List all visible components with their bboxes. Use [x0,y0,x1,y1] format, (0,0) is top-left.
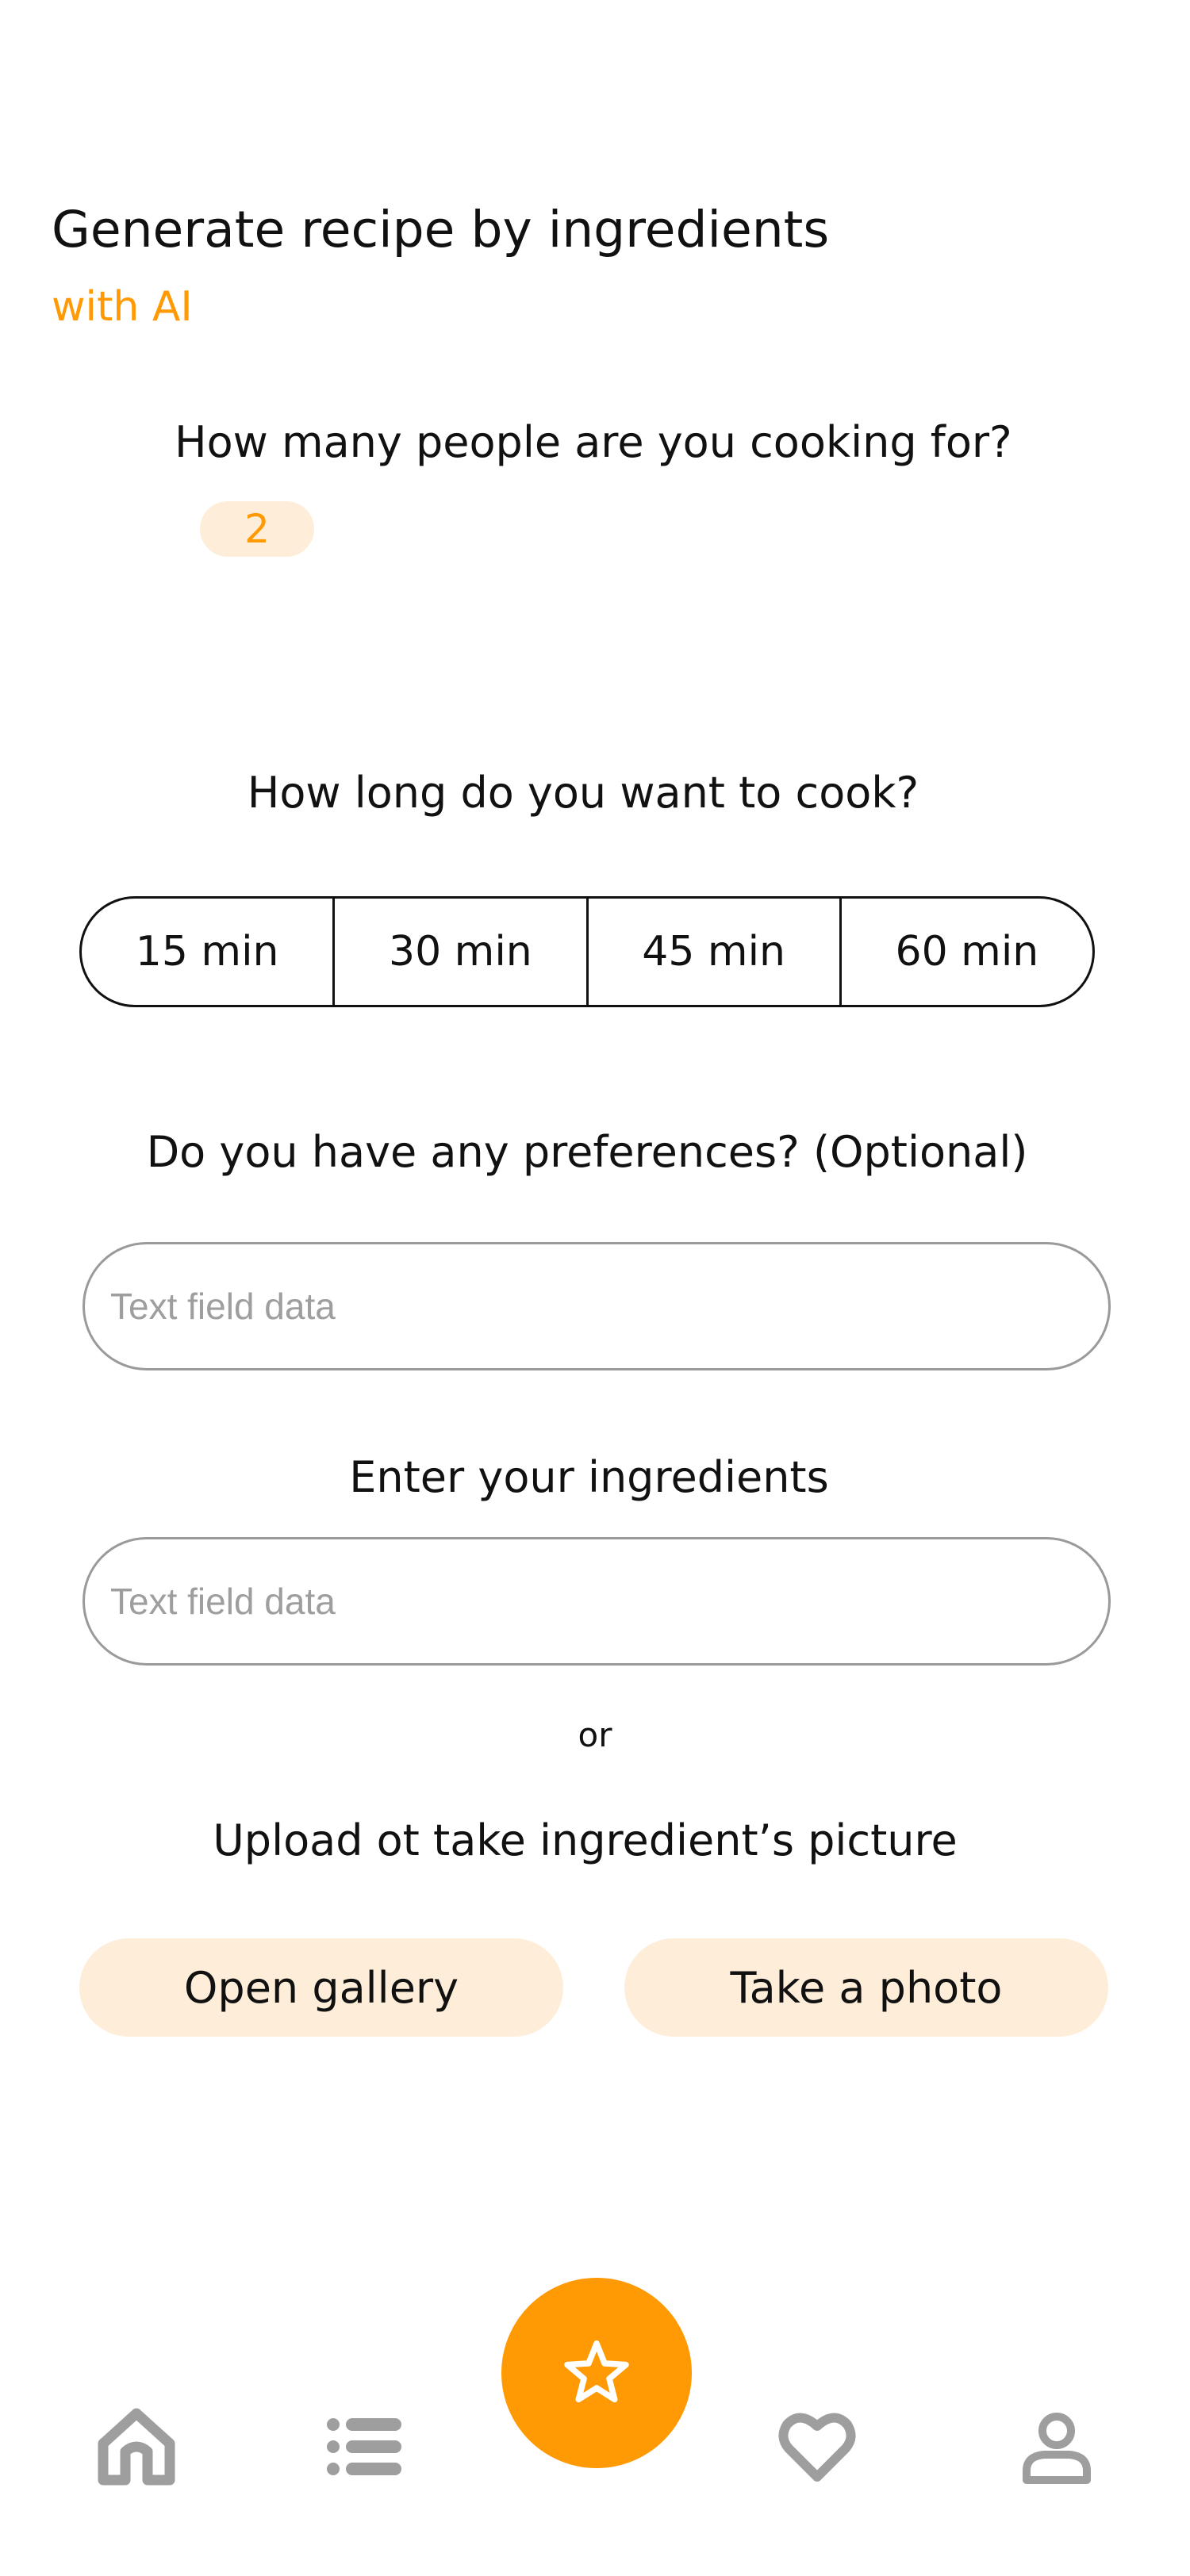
ingredients-question: Enter your ingredients [349,1452,829,1502]
profile-icon[interactable] [1017,2407,1096,2486]
page-subtitle: with AI [52,283,193,331]
recipe-generator-screen: Generate recipe by ingredients with AI H… [0,0,1190,2576]
page-title: Generate recipe by ingredients [52,201,830,259]
preferences-input[interactable] [110,1285,1108,1328]
generate-fab-button[interactable] [501,2278,692,2468]
cook-time-selector: 15 min 30 min 45 min 60 min [79,896,1095,1007]
time-option-15[interactable]: 15 min [82,899,336,1005]
star-icon [563,2338,630,2408]
preferences-field[interactable] [83,1242,1111,1370]
time-option-30[interactable]: 30 min [335,899,589,1005]
people-question: How many people are you cooking for? [175,417,1012,467]
time-option-60[interactable]: 60 min [842,899,1092,1005]
or-separator: or [578,1715,612,1754]
time-question: How long do you want to cook? [247,768,919,818]
take-photo-button[interactable]: Take a photo [624,1938,1108,2037]
upload-question: Upload ot take ingredient’s picture [213,1815,958,1865]
open-gallery-button[interactable]: Open gallery [79,1938,563,2037]
home-icon[interactable] [97,2407,176,2486]
ingredients-input[interactable] [110,1580,1108,1623]
list-icon[interactable] [325,2407,405,2486]
preferences-question: Do you have any preferences? (Optional) [146,1127,1028,1177]
ingredients-field[interactable] [83,1537,1111,1666]
time-option-45[interactable]: 45 min [589,899,842,1005]
people-count-selector[interactable]: 2 [200,501,314,557]
heart-icon[interactable] [777,2407,857,2486]
